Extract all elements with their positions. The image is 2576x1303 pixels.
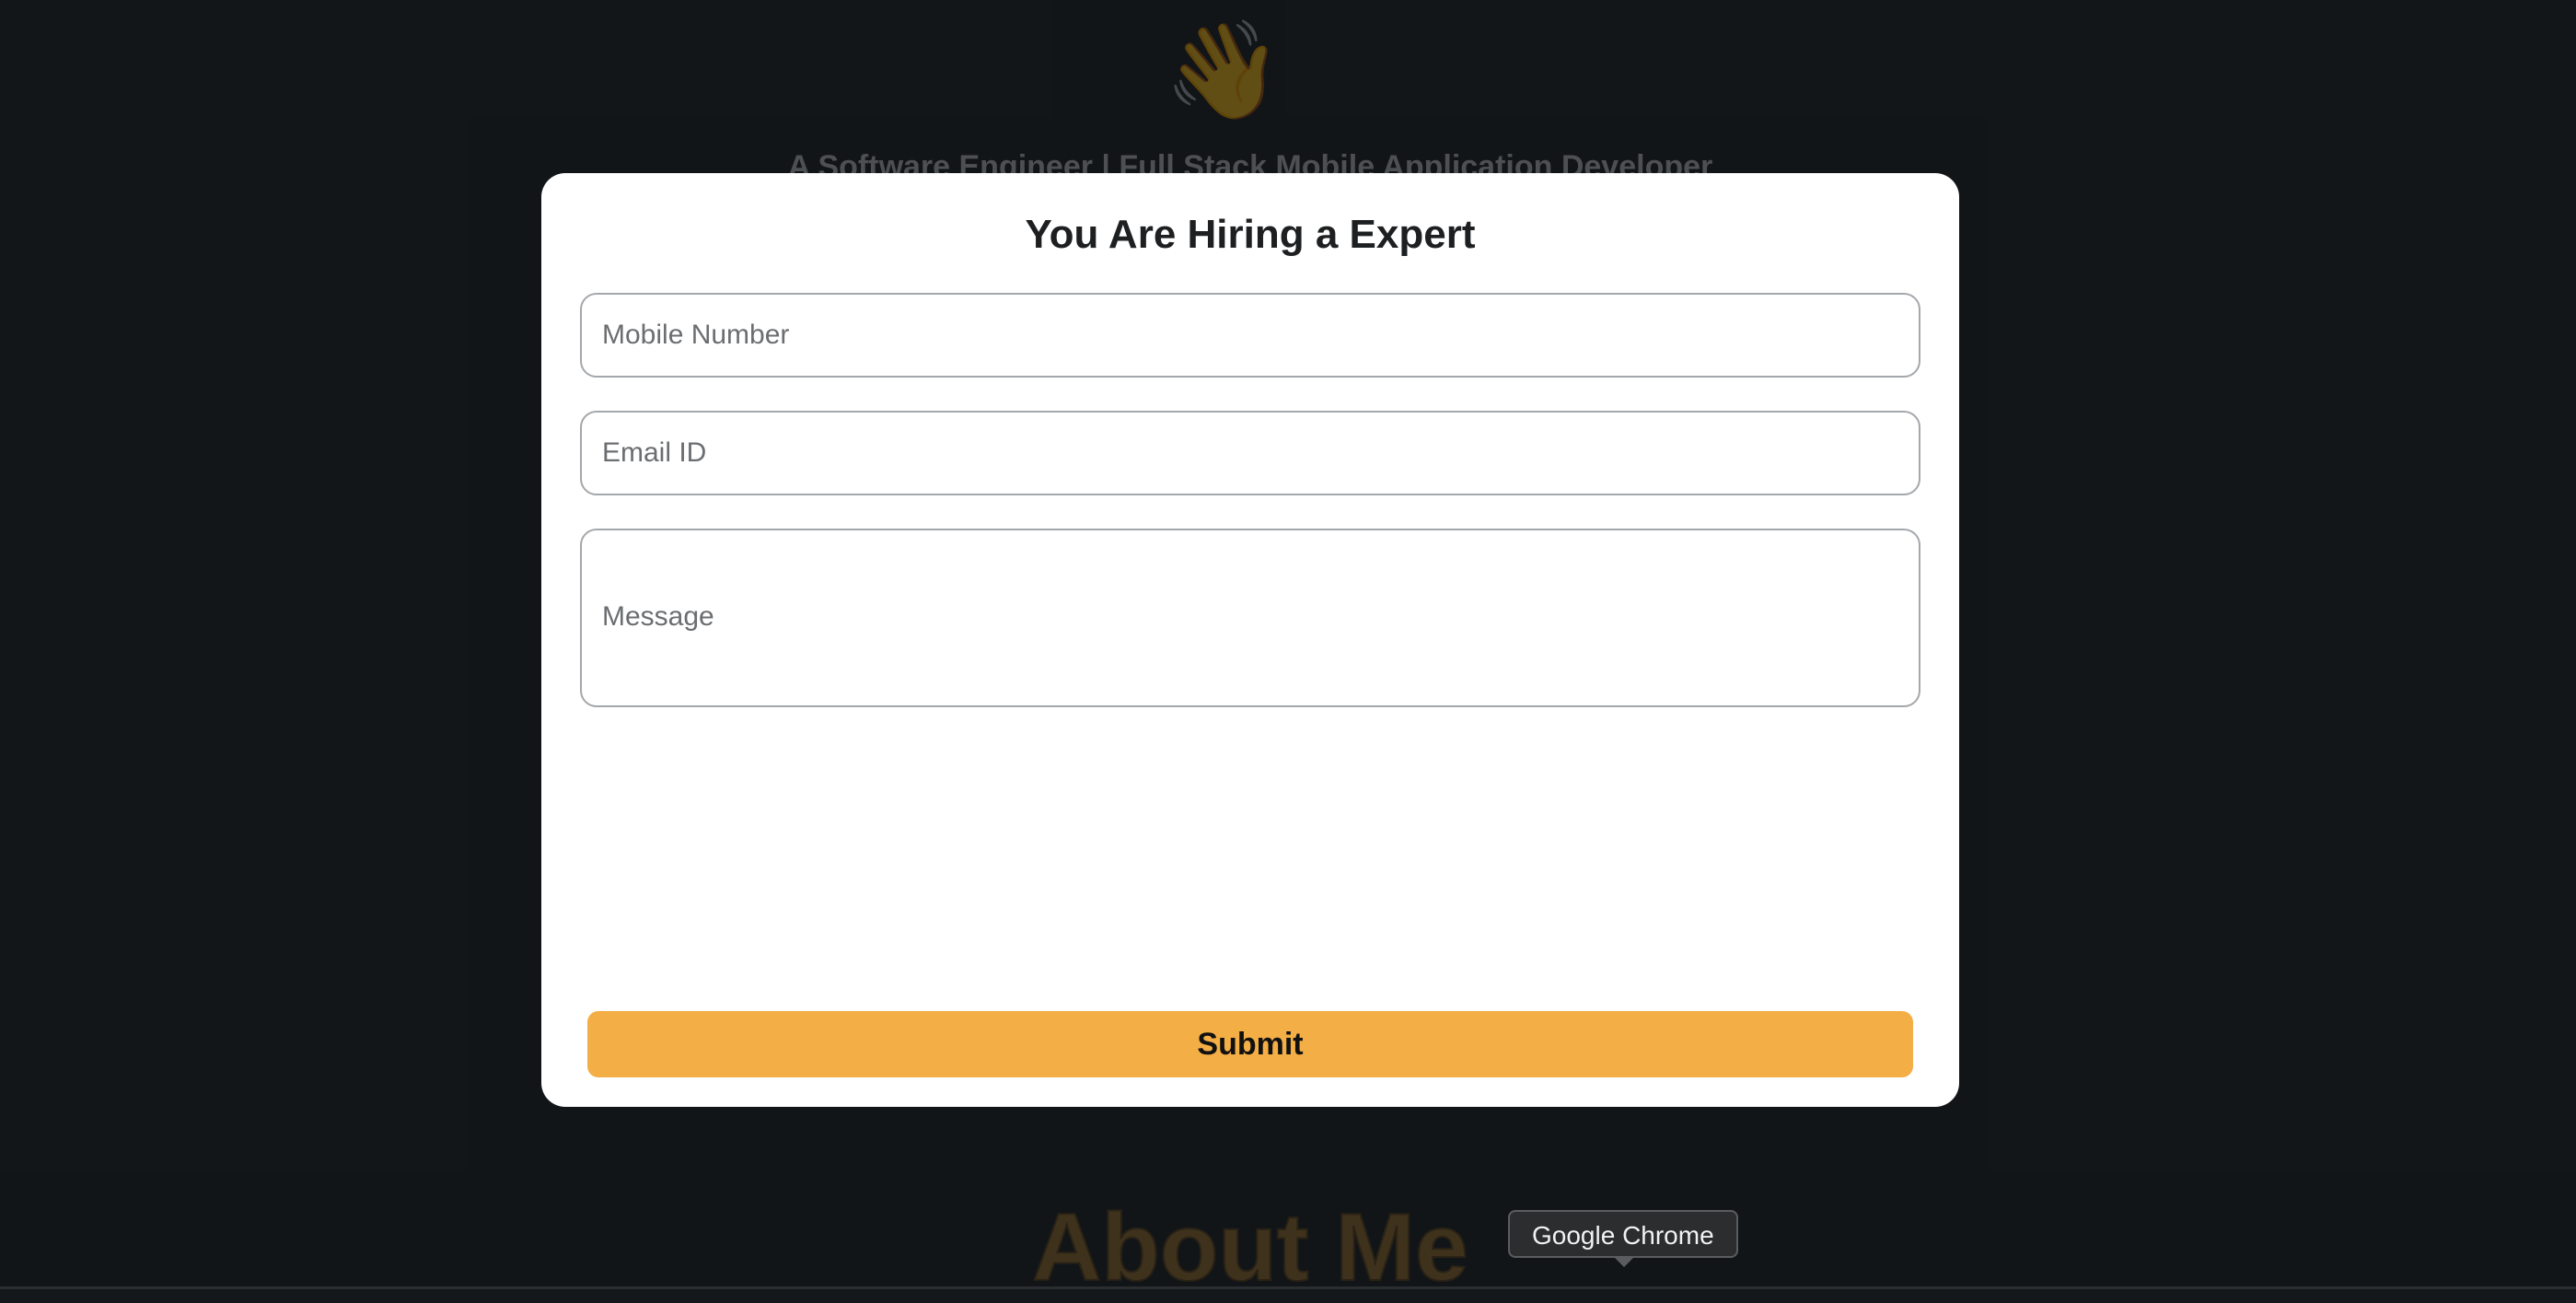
modal-title: You Are Hiring a Expert — [1025, 212, 1476, 257]
mobile-number-input[interactable] — [580, 293, 1920, 378]
hire-expert-modal: You Are Hiring a Expert Submit — [541, 173, 1959, 1107]
email-id-input[interactable] — [580, 411, 1920, 495]
message-textarea[interactable] — [580, 529, 1920, 707]
tooltip-arrow-icon — [1613, 1256, 1635, 1267]
taskbar-tooltip: Google Chrome — [1508, 1210, 1738, 1258]
submit-button[interactable]: Submit — [587, 1011, 1913, 1077]
